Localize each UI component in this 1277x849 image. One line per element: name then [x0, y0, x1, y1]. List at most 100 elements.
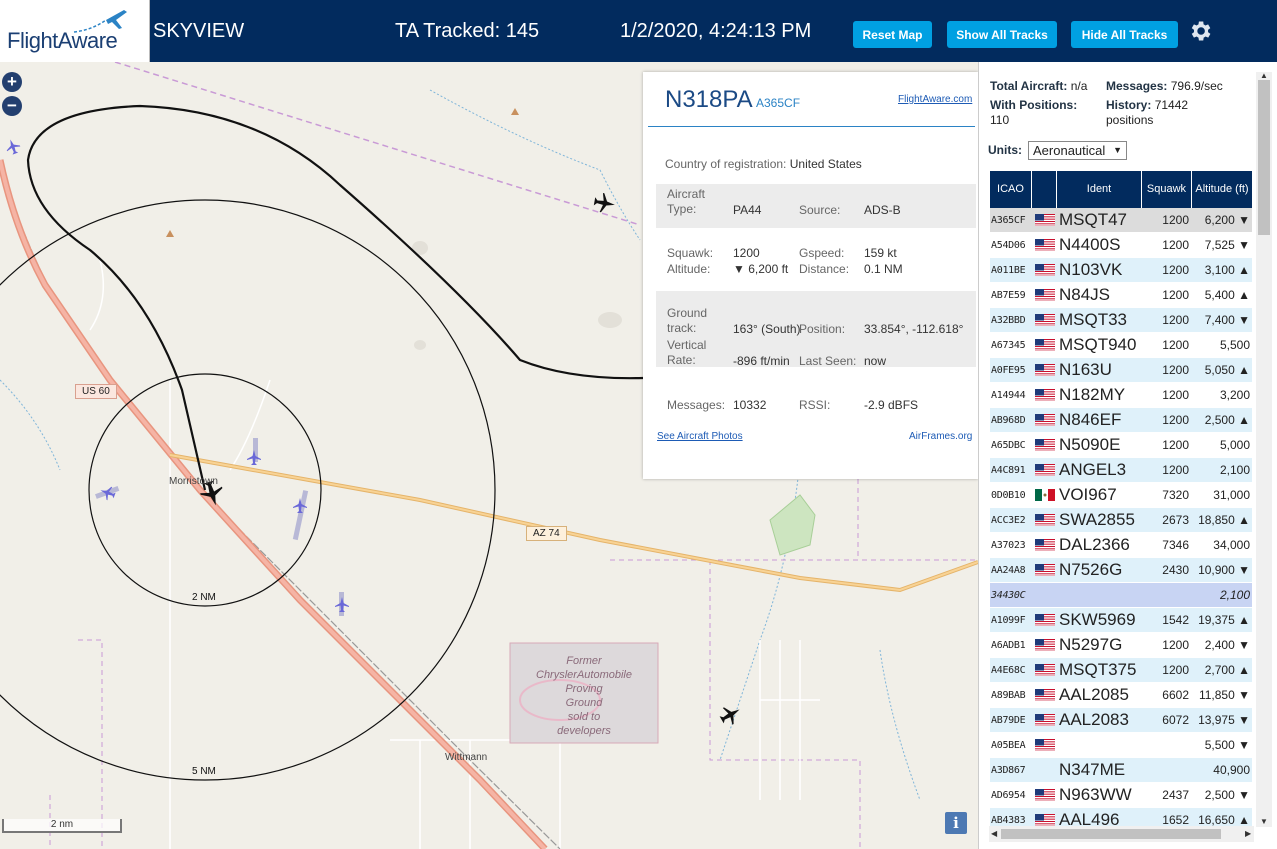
vertical-scrollbar[interactable]: ▲ ▼: [1256, 71, 1272, 827]
ring-label-5nm: 5 NM: [192, 766, 216, 777]
proving-ground-label: Former ChryslerAutomobile Proving Ground…: [536, 655, 632, 737]
cell-flag: [1032, 683, 1057, 707]
units-select[interactable]: Aeronautical ▼: [1028, 141, 1127, 160]
table-row[interactable]: A14944 N182MY 1200 3,200: [990, 383, 1252, 408]
cell-flag: [1032, 708, 1057, 732]
us-flag-icon: [1034, 289, 1055, 301]
scroll-thumb[interactable]: [1001, 829, 1221, 839]
cell-icao: A67345: [991, 339, 1026, 351]
messages-rate-value: 796.9/sec: [1170, 79, 1223, 93]
table-row[interactable]: A65DBC N5090E 1200 5,000: [990, 433, 1252, 458]
table-row[interactable]: AB7E59 N84JS 1200 5,400 ▲: [990, 283, 1252, 308]
az74-shield: AZ 74: [526, 526, 567, 541]
cell-squawk: [1142, 583, 1192, 607]
aircraft-marker-icon[interactable]: [5, 139, 21, 155]
reset-map-button[interactable]: Reset Map: [853, 21, 932, 48]
cell-flag: [1032, 433, 1057, 457]
aircraft-marker-icon[interactable]: [719, 704, 741, 726]
aircraft-marker-icon[interactable]: [292, 498, 308, 514]
table-row[interactable]: A54D06 N4400S 1200 7,525 ▼: [990, 233, 1252, 258]
scroll-thumb[interactable]: [1258, 80, 1270, 235]
cell-altitude: 3,100 ▲: [1204, 263, 1250, 277]
col-ident[interactable]: Ident: [1057, 171, 1142, 208]
cell-altitude: 7,525 ▼: [1204, 238, 1250, 252]
gear-icon[interactable]: [1187, 18, 1213, 44]
us-flag-icon: [1034, 564, 1055, 576]
horizontal-scrollbar[interactable]: ◀ ▶: [989, 826, 1254, 842]
table-row[interactable]: A37023 DAL2366 7346 34,000: [990, 533, 1252, 558]
table-row[interactable]: A05BEA 5,500 ▼: [990, 733, 1252, 758]
cell-icao: A011BE: [991, 264, 1026, 276]
cell-squawk: 1200: [1162, 388, 1189, 402]
zoom-out-button[interactable]: −: [2, 96, 22, 116]
country-value: United States: [789, 157, 862, 171]
us-flag-icon: [1034, 264, 1055, 276]
hide-all-tracks-button[interactable]: Hide All Tracks: [1071, 21, 1178, 48]
table-row[interactable]: A6ADB1 N5297G 1200 2,400 ▼: [990, 633, 1252, 658]
top-bar: FlightAware SKYVIEW TA Tracked: 145 1/2/…: [0, 0, 1277, 62]
table-row[interactable]: A32BBD MSQT33 1200 7,400 ▼: [990, 308, 1252, 333]
vertical-rate-label: Vertical Rate:: [667, 338, 707, 367]
table-row[interactable]: AB79DE AAL2083 6072 13,975 ▼: [990, 708, 1252, 733]
table-row[interactable]: A4C891 ANGEL3 1200 2,100: [990, 458, 1252, 483]
position-value: 33.854°, -112.618°: [864, 322, 964, 336]
aircraft-marker-icon[interactable]: [593, 192, 615, 214]
col-icao[interactable]: ICAO: [990, 171, 1032, 208]
table-row[interactable]: 0D0B10 VOI967 7320 31,000: [990, 483, 1252, 508]
table-row[interactable]: AB968D N846EF 1200 2,500 ▲: [990, 408, 1252, 433]
table-row[interactable]: AA24A8 N7526G 2430 10,900 ▼: [990, 558, 1252, 583]
messages-value: 10332: [733, 398, 767, 412]
total-aircraft-label: Total Aircraft:: [990, 79, 1068, 93]
cell-squawk: 1200: [1162, 463, 1189, 477]
table-row[interactable]: A365CF MSQT47 1200 6,200 ▼: [990, 208, 1252, 233]
us-flag-icon: [1034, 339, 1055, 351]
aircraft-marker-icon[interactable]: [334, 597, 350, 613]
cell-altitude: 31,000: [1213, 488, 1250, 502]
flightaware-logo[interactable]: FlightAware: [0, 0, 150, 62]
cell-squawk: 1200: [1162, 338, 1189, 352]
aircraft-marker-icon[interactable]: [100, 485, 116, 501]
table-row[interactable]: A011BE N103VK 1200 3,100 ▲: [990, 258, 1252, 283]
cell-squawk: 1200: [1162, 313, 1189, 327]
col-flag[interactable]: [1032, 171, 1057, 208]
aircraft-registration: N318PA: [665, 86, 753, 113]
aircraft-list-sidebar: Total Aircraft: n/a Messages: 796.9/sec …: [978, 62, 1277, 849]
cell-ident: VOI967: [1059, 485, 1117, 504]
gspeed-label: Gspeed:: [799, 246, 845, 260]
table-row[interactable]: 34430C 2,100: [990, 583, 1252, 608]
cell-ident: [1057, 733, 1142, 757]
table-row[interactable]: A4E68C MSQT375 1200 2,700 ▲: [990, 658, 1252, 683]
table-row[interactable]: A67345 MSQT940 1200 5,500: [990, 333, 1252, 358]
table-row[interactable]: A89BAB AAL2085 6602 11,850 ▼: [990, 683, 1252, 708]
last-seen-label: Last Seen:: [799, 354, 857, 368]
col-altitude[interactable]: Altitude (ft): [1192, 171, 1252, 208]
cell-squawk: 2437: [1162, 788, 1189, 802]
gspeed-value: 159 kt: [864, 246, 897, 260]
cell-flag: [1032, 233, 1057, 257]
zoom-in-button[interactable]: +: [2, 72, 22, 92]
aircraft-photos-link[interactable]: See Aircraft Photos: [657, 431, 743, 442]
cell-squawk: 7346: [1162, 538, 1189, 552]
rssi-value: -2.9 dBFS: [864, 398, 919, 412]
table-row[interactable]: A0FE95 N163U 1200 5,050 ▲: [990, 358, 1252, 383]
us-flag-icon: [1034, 664, 1055, 676]
cell-icao: AB7E59: [991, 289, 1026, 301]
cell-ident: N347ME: [1059, 760, 1126, 779]
total-aircraft-value: n/a: [1070, 79, 1088, 93]
airframes-link[interactable]: AirFrames.org: [909, 431, 972, 442]
table-row[interactable]: A3D867 N347ME 40,900: [990, 758, 1252, 783]
table-row[interactable]: AD6954 N963WW 2437 2,500 ▼: [990, 783, 1252, 808]
aircraft-marker-icon[interactable]: [246, 450, 262, 466]
us-flag-icon: [1034, 689, 1055, 701]
cell-altitude: 3,200: [1219, 388, 1250, 402]
cell-squawk: 6072: [1162, 713, 1189, 727]
aircraft-type-value: PA44: [733, 203, 762, 217]
show-all-tracks-button[interactable]: Show All Tracks: [947, 21, 1057, 48]
flightaware-link[interactable]: FlightAware.com: [898, 94, 972, 105]
table-row[interactable]: A1099F SKW5969 1542 19,375 ▲: [990, 608, 1252, 633]
col-squawk[interactable]: Squawk: [1142, 171, 1192, 208]
rssi-label: RSSI:: [799, 398, 831, 412]
cell-altitude: 40,900: [1213, 763, 1250, 777]
table-row[interactable]: ACC3E2 SWA2855 2673 18,850 ▲: [990, 508, 1252, 533]
info-icon[interactable]: i: [945, 812, 967, 834]
